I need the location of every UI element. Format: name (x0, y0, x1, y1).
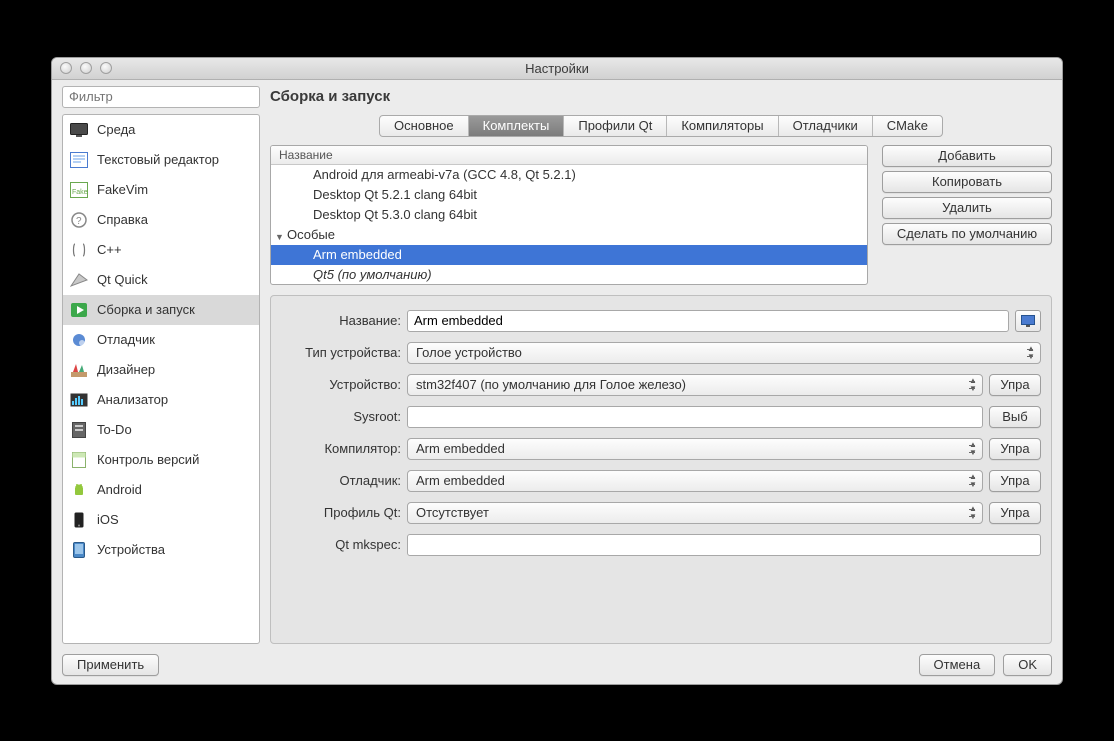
sidebar-item-label: FakeVim (97, 182, 148, 197)
sidebar-item-label: Справка (97, 212, 148, 227)
help-icon: ? (69, 210, 89, 230)
device-type-label: Тип устройства: (281, 345, 401, 360)
monitor-icon (1021, 315, 1035, 327)
debugger-select[interactable]: Arm embedded ▲▼ (407, 470, 983, 492)
window-title: Настройки (52, 61, 1062, 76)
mkspec-label: Qt mkspec: (281, 537, 401, 552)
kit-row[interactable]: Android для armeabi-v7a (GCC 4.8, Qt 5.2… (271, 165, 867, 185)
analyzer-icon (69, 390, 89, 410)
name-label: Название: (281, 313, 401, 328)
remove-kit-button[interactable]: Удалить (882, 197, 1052, 219)
debugger-label: Отладчик: (281, 473, 401, 488)
sidebar-item-text-editor[interactable]: Текстовый редактор (63, 145, 259, 175)
kit-row-default[interactable]: Qt5 (по умолчанию) (271, 265, 867, 285)
kit-row-selected[interactable]: Arm embedded (271, 245, 867, 265)
apply-button[interactable]: Применить (62, 654, 159, 676)
device-select[interactable]: stm32f407 (по умолчанию для Голое железо… (407, 374, 983, 396)
make-default-kit-button[interactable]: Сделать по умолчанию (882, 223, 1052, 245)
sidebar-item-help[interactable]: ? Справка (63, 205, 259, 235)
sysroot-label: Sysroot: (281, 409, 401, 424)
kits-list[interactable]: Название Android для armeabi-v7a (GCC 4.… (270, 145, 868, 285)
svg-text:?: ? (76, 216, 82, 227)
sidebar-item-qtquick[interactable]: Qt Quick (63, 265, 259, 295)
sidebar-item-label: iOS (97, 512, 119, 527)
sidebar-item-label: C++ (97, 242, 122, 257)
sysroot-input[interactable] (407, 406, 983, 428)
kit-icon-button[interactable] (1015, 310, 1041, 332)
sidebar-item-analyzer[interactable]: Анализатор (63, 385, 259, 415)
designer-icon (69, 360, 89, 380)
sidebar-item-android[interactable]: Android (63, 475, 259, 505)
sidebar-item-label: Контроль версий (97, 452, 199, 467)
sidebar-item-build-run[interactable]: Сборка и запуск (63, 295, 259, 325)
sidebar-item-todo[interactable]: To-Do (63, 415, 259, 445)
svg-text:Fake: Fake (72, 189, 88, 196)
device-type-select[interactable]: Голое устройство ▲▼ (407, 342, 1041, 364)
sidebar-item-designer[interactable]: Дизайнер (63, 355, 259, 385)
build-run-icon (69, 300, 89, 320)
sidebar-item-ios[interactable]: iOS (63, 505, 259, 535)
sidebar-item-label: To-Do (97, 422, 132, 437)
qt-profile-select[interactable]: Отсутствует ▲▼ (407, 502, 983, 524)
kit-group[interactable]: Особые (271, 225, 867, 245)
sidebar-item-debugger[interactable]: Отладчик (63, 325, 259, 355)
ok-button[interactable]: OK (1003, 654, 1052, 676)
sidebar-item-label: Анализатор (97, 392, 168, 407)
debugger-icon (69, 330, 89, 350)
device-label: Устройство: (281, 377, 401, 392)
sidebar-item-label: Среда (97, 122, 135, 137)
tab-kits[interactable]: Комплекты (469, 116, 565, 136)
tab-qt-versions[interactable]: Профили Qt (564, 116, 667, 136)
sidebar-item-label: Сборка и запуск (97, 302, 195, 317)
tab-general[interactable]: Основное (380, 116, 469, 136)
sidebar-item-version-control[interactable]: Контроль версий (63, 445, 259, 475)
compiler-label: Компилятор: (281, 441, 401, 456)
filter-input[interactable] (62, 86, 260, 108)
sidebar-item-cpp[interactable]: C++ (63, 235, 259, 265)
device-manage-button[interactable]: Упра (989, 374, 1041, 396)
ios-icon (69, 510, 89, 530)
kits-list-header: Название (271, 146, 867, 165)
titlebar: Настройки (52, 58, 1062, 80)
text-editor-icon (69, 150, 89, 170)
debugger-manage-button[interactable]: Упра (989, 470, 1041, 492)
sidebar-item-label: Текстовый редактор (97, 152, 219, 167)
sidebar-item-label: Android (97, 482, 142, 497)
tab-debuggers[interactable]: Отладчики (779, 116, 873, 136)
clone-kit-button[interactable]: Копировать (882, 171, 1052, 193)
devices-icon (69, 540, 89, 560)
mkspec-input[interactable] (407, 534, 1041, 556)
qtquick-icon (69, 270, 89, 290)
sidebar-item-label: Дизайнер (97, 362, 155, 377)
cpp-icon (69, 240, 89, 260)
android-icon (69, 480, 89, 500)
sidebar-item-environment[interactable]: Среда (63, 115, 259, 145)
sidebar-item-devices[interactable]: Устройства (63, 535, 259, 565)
kit-row[interactable]: Desktop Qt 5.2.1 clang 64bit (271, 185, 867, 205)
sidebar: Среда Текстовый редактор Fake FakeVim (62, 114, 260, 644)
sysroot-choose-button[interactable]: Выб (989, 406, 1041, 428)
compiler-select[interactable]: Arm embedded ▲▼ (407, 438, 983, 460)
monitor-icon (69, 120, 89, 140)
preferences-window: Настройки Среда (51, 57, 1063, 685)
sidebar-item-label: Отладчик (97, 332, 155, 347)
vcs-icon (69, 450, 89, 470)
sidebar-item-fakevim[interactable]: Fake FakeVim (63, 175, 259, 205)
tab-compilers[interactable]: Компиляторы (667, 116, 778, 136)
tab-cmake[interactable]: CMake (873, 116, 942, 136)
qt-profile-manage-button[interactable]: Упра (989, 502, 1041, 524)
kit-details-panel: Название: Тип устройства: Голое устройст… (270, 295, 1052, 644)
page-title: Сборка и запуск (270, 88, 1052, 105)
kit-row[interactable]: Desktop Qt 5.3.0 clang 64bit (271, 205, 867, 225)
cancel-button[interactable]: Отмена (919, 654, 996, 676)
qt-profile-label: Профиль Qt: (281, 505, 401, 520)
name-input[interactable] (407, 310, 1009, 332)
fakevim-icon: Fake (69, 180, 89, 200)
sidebar-item-label: Устройства (97, 542, 165, 557)
compiler-manage-button[interactable]: Упра (989, 438, 1041, 460)
todo-icon (69, 420, 89, 440)
sidebar-item-label: Qt Quick (97, 272, 148, 287)
tabbar: Основное Комплекты Профили Qt Компилятор… (270, 115, 1052, 137)
add-kit-button[interactable]: Добавить (882, 145, 1052, 167)
